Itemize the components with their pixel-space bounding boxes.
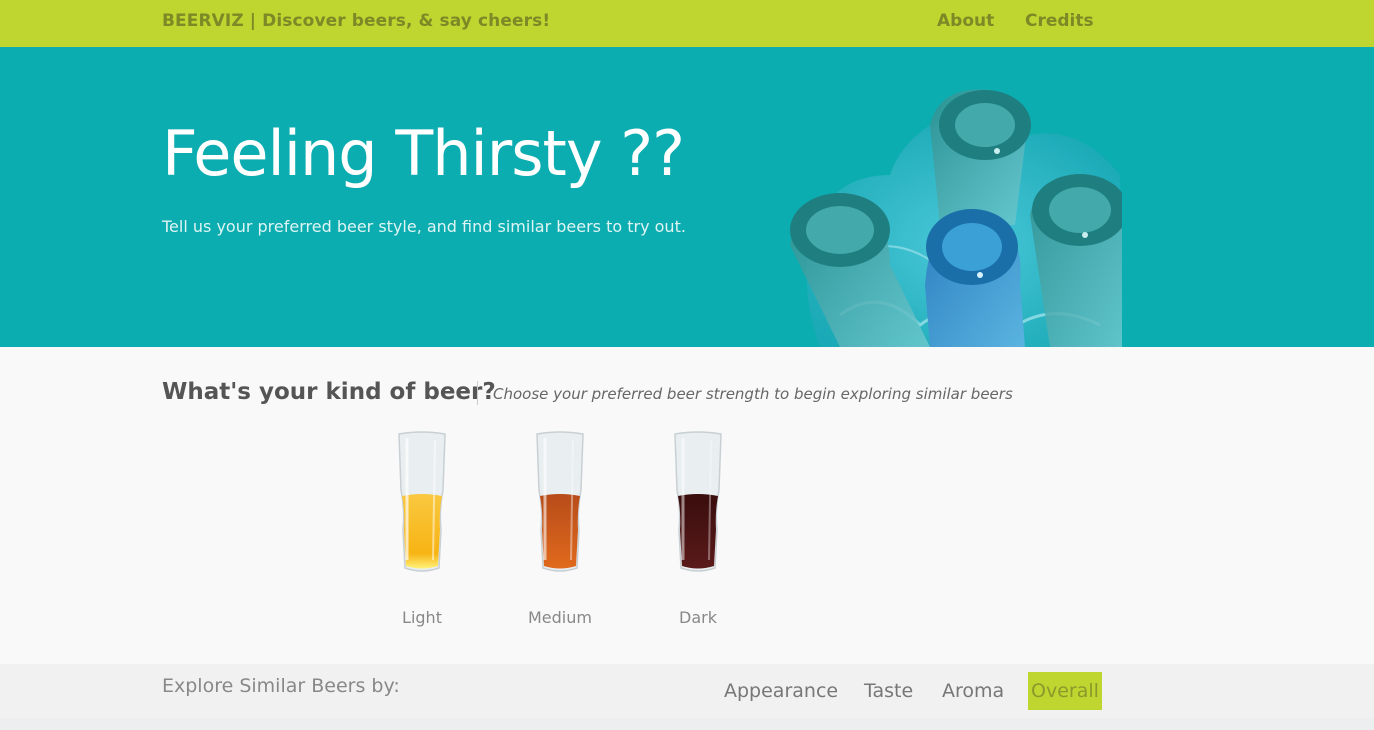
explore-bar-bottom-strip [0, 718, 1374, 730]
beer-label-medium: Medium [528, 608, 592, 627]
nav-link-credits[interactable]: Credits [1025, 11, 1094, 31]
hero-banner: Feeling Thirsty ?? Tell us your preferre… [0, 47, 1374, 347]
tab-appearance[interactable]: Appearance [719, 672, 843, 710]
heading-divider [477, 381, 478, 405]
tab-aroma[interactable]: Aroma [937, 672, 1009, 710]
top-navbar: BEERVIZ | Discover beers, & say cheers! … [0, 0, 1374, 47]
dark-beer-glass-icon [674, 431, 722, 572]
beer-label-dark: Dark [679, 608, 717, 627]
beer-option-light[interactable]: Light [377, 430, 467, 630]
beer-option-dark[interactable]: Dark [653, 430, 743, 630]
brand-title[interactable]: BEERVIZ | Discover beers, & say cheers! [162, 11, 550, 31]
explore-label: Explore Similar Beers by: [162, 675, 400, 697]
hero-subtitle: Tell us your preferred beer style, and f… [162, 217, 686, 236]
hero-title: Feeling Thirsty ?? [162, 117, 685, 190]
tab-taste[interactable]: Taste [859, 672, 918, 710]
beer-kind-heading: What's your kind of beer? [162, 379, 496, 405]
beer-option-medium[interactable]: Medium [515, 430, 605, 630]
beer-bottles-image [790, 89, 1122, 347]
tab-overall[interactable]: Overall [1028, 672, 1102, 710]
beer-kind-hint: Choose your preferred beer strength to b… [493, 385, 1013, 403]
beer-label-light: Light [402, 608, 442, 627]
medium-beer-glass-icon [536, 431, 584, 572]
light-beer-glass-icon [398, 431, 446, 572]
nav-link-about[interactable]: About [937, 11, 994, 31]
